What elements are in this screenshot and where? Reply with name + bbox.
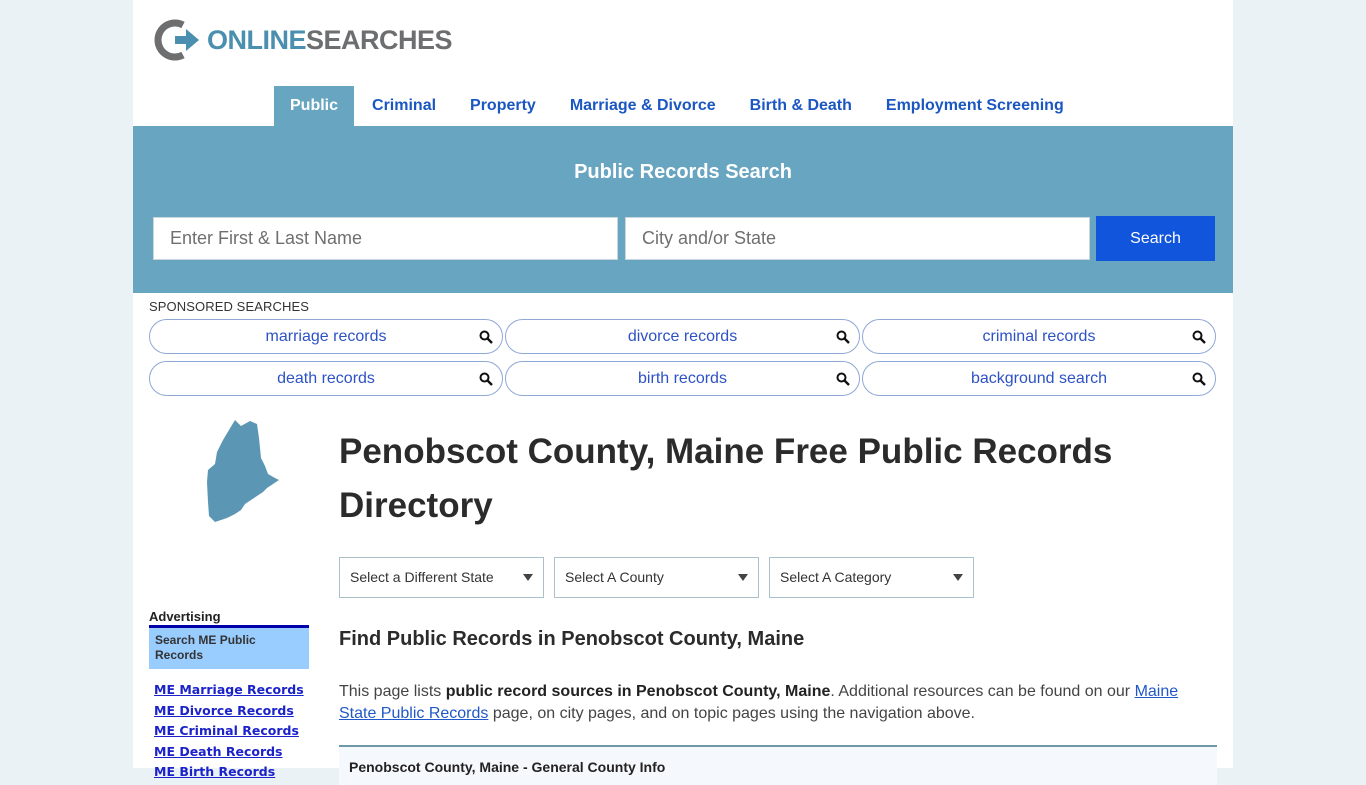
pill-label: criminal records [982,328,1096,345]
site-logo[interactable]: ONLINESEARCHES [153,18,453,62]
hero-title: Public Records Search [574,161,792,183]
intro-text-middle: . Additional resources can be found on o… [830,683,1135,700]
search-icon [1192,330,1206,344]
category-select-value: Select A Category [780,569,892,585]
caret-down-icon [523,574,533,581]
page-container: ONLINESEARCHES Public Criminal Property … [133,0,1233,785]
sponsored-searches-grid: marriage records divorce records crimina… [149,319,1216,396]
search-button[interactable]: Search [1096,216,1215,261]
sponsored-pill-marriage-records[interactable]: marriage records [149,319,503,354]
sponsored-searches-label: SPONSORED SEARCHES [149,299,310,314]
general-county-info-box: Penobscot County, Maine - General County… [339,745,1217,785]
sponsored-pill-background-search[interactable]: background search [862,361,1216,396]
nav-item-marriage-divorce[interactable]: Marriage & Divorce [552,86,732,126]
sidebar-link-marriage-records[interactable]: ME Marriage Records [154,680,304,701]
state-select[interactable]: Select a Different State [339,557,544,598]
search-icon [1192,372,1206,386]
search-icon [836,330,850,344]
advertising-title: Advertising [149,609,221,624]
sidebar-link-divorce-records[interactable]: ME Divorce Records [154,701,304,722]
nav-item-criminal[interactable]: Criminal [354,86,452,126]
name-search-input[interactable] [153,217,618,260]
nav-item-public[interactable]: Public [274,86,355,126]
sidebar-link-criminal-records[interactable]: ME Criminal Records [154,721,304,742]
caret-down-icon [953,574,963,581]
intro-text-after: page, on city pages, and on topic pages … [488,705,975,722]
search-icon [836,372,850,386]
sponsored-pill-death-records[interactable]: death records [149,361,503,396]
search-hero: Public Records Search Search [133,126,1233,293]
logo-word-online: ONLINE [207,24,307,55]
search-me-public-records-box[interactable]: Search ME Public Records [149,625,309,669]
pill-label: background search [970,370,1108,387]
info-box-title: Penobscot County, Maine - General County… [349,759,666,775]
logo-text: ONLINESEARCHES [207,24,453,55]
intro-paragraph: This page lists public record sources in… [339,681,1217,725]
sponsored-pill-divorce-records[interactable]: divorce records [505,319,860,354]
main-nav: Public Criminal Property Marriage & Divo… [274,86,1080,126]
logo-word-searches: SEARCHES [306,24,453,55]
intro-text-before: This page lists [339,683,446,700]
maine-state-map-icon [207,420,279,522]
county-select[interactable]: Select A County [554,557,759,598]
sidebar-link-death-records[interactable]: ME Death Records [154,742,304,763]
sidebar-link-birth-records[interactable]: ME Birth Records [154,762,304,783]
sponsored-pill-birth-records[interactable]: birth records [505,361,860,396]
caret-down-icon [738,574,748,581]
intro-text-bold: public record sources in Penobscot Count… [445,683,831,700]
pill-label: marriage records [265,328,387,345]
sponsored-pill-criminal-records[interactable]: criminal records [862,319,1216,354]
category-select[interactable]: Select A Category [769,557,974,598]
nav-item-employment-screening[interactable]: Employment Screening [868,86,1080,126]
page-title: Penobscot County, Maine Free Public Reco… [339,432,1113,525]
city-state-input[interactable] [625,217,1090,260]
pill-label: divorce records [627,328,738,345]
search-icon [479,330,493,344]
nav-item-birth-death[interactable]: Birth & Death [732,86,868,126]
logo-circle-arrow-icon [154,19,199,61]
section-title: Find Public Records in Penobscot County,… [339,628,805,650]
state-select-value: Select a Different State [350,569,494,585]
pill-label: death records [277,370,375,387]
pill-label: birth records [638,370,727,387]
filter-selects: Select a Different State Select A County… [339,557,974,598]
county-select-value: Select A County [565,569,664,585]
nav-item-property[interactable]: Property [452,86,552,126]
search-icon [479,372,493,386]
